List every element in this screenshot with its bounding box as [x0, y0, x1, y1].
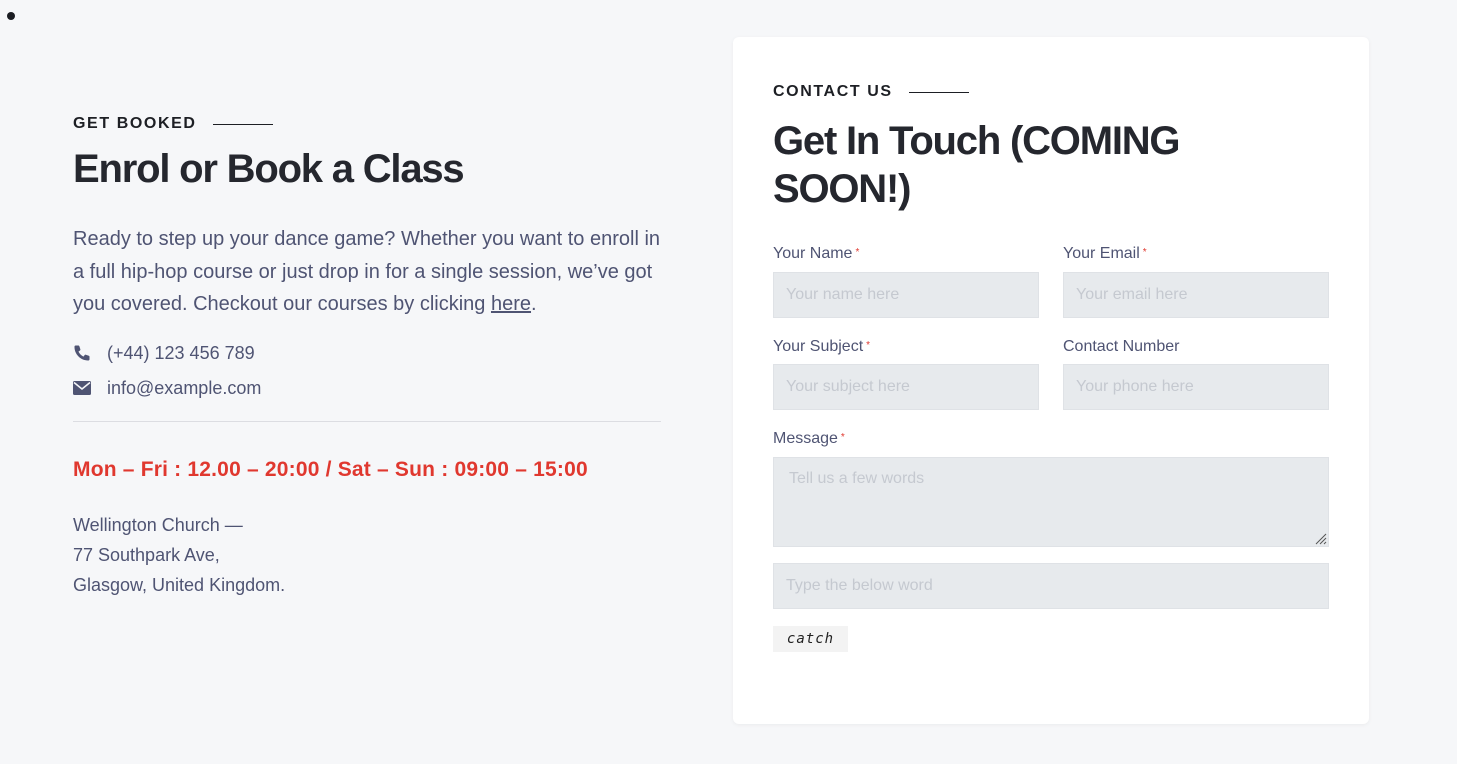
- envelope-icon: [73, 381, 107, 396]
- captcha-image: catch: [773, 626, 848, 652]
- message-label: Message *: [773, 430, 845, 448]
- eyebrow-line: [212, 123, 273, 125]
- email-label-text: Your Email: [1063, 245, 1140, 262]
- subject-label-text: Your Subject: [773, 338, 864, 355]
- booking-heading: Enrol or Book a Class: [73, 147, 465, 191]
- email-address: info@example.com: [107, 377, 262, 398]
- address-line: Glasgow, United Kingdom.: [73, 574, 286, 595]
- name-input[interactable]: [773, 272, 1039, 318]
- name-label-text: Your Name: [773, 245, 853, 262]
- intro-text: Ready to step up your dance game? Whethe…: [73, 228, 661, 316]
- courses-link[interactable]: here: [491, 293, 531, 315]
- intro-paragraph: Ready to step up your dance game? Whethe…: [73, 223, 661, 321]
- resize-grip-icon[interactable]: [1315, 533, 1327, 545]
- required-mark: *: [855, 247, 860, 258]
- address-line: Wellington Church —: [73, 514, 243, 535]
- required-mark: *: [1142, 247, 1147, 258]
- phone-label: Contact Number: [1063, 338, 1180, 356]
- address-line: 77 Southpark Ave,: [73, 544, 220, 565]
- divider: [73, 420, 661, 422]
- phone-row: (+44) 123 456 789: [73, 343, 661, 364]
- captcha-input[interactable]: [773, 563, 1329, 609]
- contact-form-card: CONTACT US Get In Touch (COMING SOON!) Y…: [733, 37, 1369, 724]
- section-eyebrow: CONTACT US: [773, 83, 969, 101]
- address: Wellington Church — 77 Southpark Ave, Gl…: [73, 510, 661, 600]
- message-label-text: Message: [773, 430, 838, 447]
- phone-label-text: Contact Number: [1063, 338, 1180, 355]
- phone-icon: [73, 344, 107, 362]
- phone-input[interactable]: [1063, 364, 1329, 410]
- eyebrow-text: GET BOOKED: [73, 115, 197, 132]
- eyebrow-line: [908, 91, 969, 93]
- subject-label: Your Subject *: [773, 338, 870, 356]
- required-mark: *: [866, 340, 871, 351]
- phone-number: (+44) 123 456 789: [107, 342, 255, 363]
- bullet-dot: [7, 12, 15, 20]
- intro-end: .: [531, 293, 537, 316]
- required-mark: *: [840, 432, 845, 443]
- message-textarea[interactable]: [773, 457, 1329, 547]
- name-label: Your Name *: [773, 245, 859, 263]
- email-label: Your Email *: [1063, 245, 1147, 263]
- email-row: info@example.com: [73, 378, 661, 399]
- form-heading: Get In Touch (COMING SOON!): [773, 119, 1181, 211]
- subject-input[interactable]: [773, 364, 1039, 410]
- opening-hours: Mon – Fri : 12.00 – 20:00 / Sat – Sun : …: [73, 457, 588, 481]
- eyebrow-text: CONTACT US: [773, 83, 893, 100]
- email-input[interactable]: [1063, 272, 1329, 318]
- booking-section: GET BOOKED Enrol or Book a Class Ready t…: [73, 115, 661, 600]
- section-eyebrow: GET BOOKED: [73, 115, 661, 133]
